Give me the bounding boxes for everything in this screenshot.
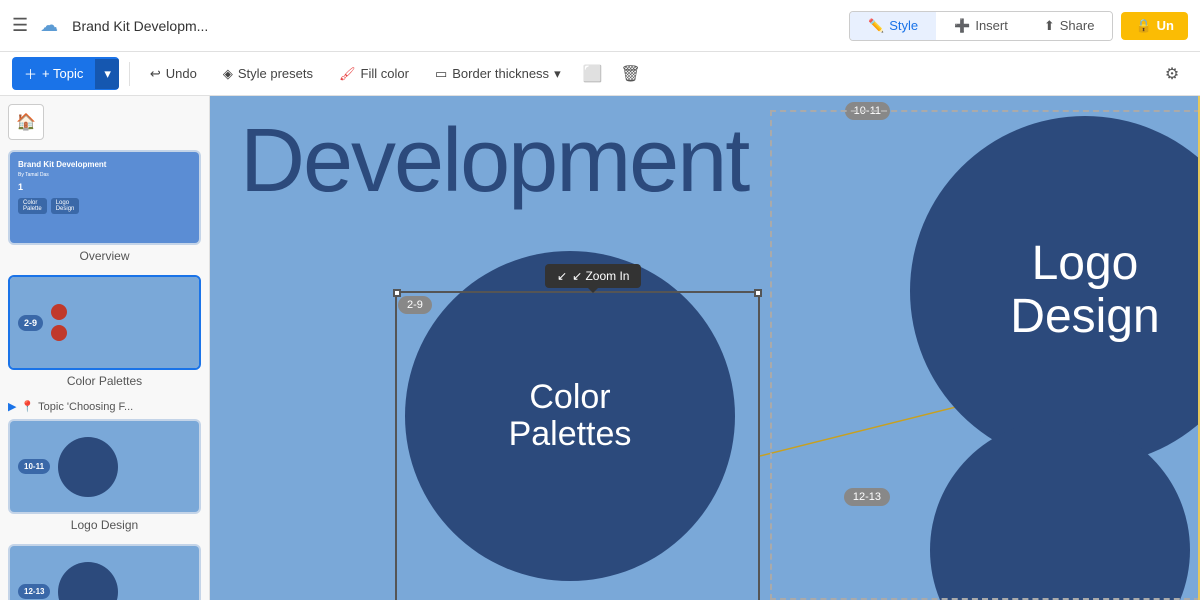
dot-red-2	[51, 325, 67, 341]
app-title: Brand Kit Developm...	[72, 18, 841, 34]
fill-color-icon: 🖌	[339, 66, 356, 82]
slide-thumb-color[interactable]: 2-9	[8, 275, 201, 370]
topic-arrow-icon[interactable]: ▾	[95, 59, 119, 89]
topic-button[interactable]: ＋ + Topic ▾	[12, 57, 119, 90]
zoom-in-icon: ↙	[557, 269, 567, 283]
home-button[interactable]: 🏠	[8, 104, 44, 140]
color-palettes-text: ColorPalettes	[509, 379, 632, 454]
trash-icon: 🗑	[620, 64, 640, 84]
badge-12-13: 12-13	[844, 488, 890, 506]
logo-design-text: LogoDesign	[1010, 238, 1159, 344]
canvas-area[interactable]: Development 2-9 10-11 12-13 ColorPalette…	[210, 96, 1200, 600]
cloud-icon: ☁	[40, 15, 58, 36]
style-presets-button[interactable]: ◈ Style presets	[213, 61, 323, 87]
dot-red-1	[51, 304, 67, 320]
tab-insert[interactable]: ➕ Insert	[936, 12, 1026, 40]
handle-tr[interactable]	[754, 289, 762, 297]
tab-style[interactable]: ✏️ Style	[850, 12, 936, 40]
slide-thumb-logo[interactable]: 10-11	[8, 419, 201, 514]
plus-icon: ＋	[24, 64, 37, 83]
sidebar: 🏠 Brand Kit Development By Tamal Das 1 C…	[0, 96, 210, 600]
handle-tl[interactable]	[393, 289, 401, 297]
insert-icon: ➕	[954, 18, 970, 34]
undo-button[interactable]: ↩ Undo	[140, 61, 207, 87]
undo-icon: ↩	[150, 66, 161, 82]
slide-thumb-overview[interactable]: Brand Kit Development By Tamal Das 1 Col…	[8, 150, 201, 245]
lock-button[interactable]: 🔒 Un	[1121, 12, 1188, 40]
slide-item-color: 2-9 Color Palettes	[8, 275, 201, 388]
play-indicator: ▶ 📍 Topic 'Choosing F...	[8, 400, 201, 413]
badge-10-11: 10-11	[845, 102, 890, 120]
top-navbar: ☰ ☁ Brand Kit Developm... ✏️ Style ➕ Ins…	[0, 0, 1200, 52]
play-icon: ▶	[8, 400, 16, 413]
share-icon: ⬆	[1044, 18, 1055, 34]
color-palettes-circle[interactable]: ColorPalettes	[405, 251, 735, 581]
slide-item-overview: Brand Kit Development By Tamal Das 1 Col…	[8, 150, 201, 263]
divider-1	[129, 62, 130, 86]
slide-label-overview: Overview	[8, 249, 201, 263]
slide-item-logo: 10-11 Logo Design	[8, 419, 201, 532]
style-presets-icon: ◈	[223, 66, 233, 82]
fill-color-button[interactable]: 🖌 Fill color	[329, 61, 419, 87]
aspect-ratio-button[interactable]: ⬜	[577, 58, 609, 90]
options-icon: ⚙	[1165, 64, 1179, 84]
border-thickness-button[interactable]: ▭ Border thickness ▾	[425, 61, 571, 87]
slide-item-1213: 12-13	[8, 544, 201, 600]
border-icon: ▭	[435, 66, 447, 82]
nav-tabs: ✏️ Style ➕ Insert ⬆ Share	[849, 11, 1113, 41]
chevron-down-icon: ▾	[554, 66, 561, 82]
main-layout: 🏠 Brand Kit Development By Tamal Das 1 C…	[0, 96, 1200, 600]
hamburger-icon[interactable]: ☰	[12, 15, 28, 36]
zoom-tooltip[interactable]: ↙ ↙ Zoom In	[545, 264, 641, 288]
slide-label-color: Color Palettes	[8, 374, 201, 388]
style-icon: ✏️	[868, 18, 884, 34]
tab-share[interactable]: ⬆ Share	[1026, 12, 1113, 40]
aspect-icon: ⬜	[583, 64, 603, 84]
more-options-button[interactable]: ⚙	[1156, 58, 1188, 90]
topic-icon: 📍	[20, 400, 34, 413]
delete-button[interactable]: 🗑	[615, 58, 647, 90]
badge-2-9: 2-9	[398, 296, 432, 314]
home-icon: 🏠	[16, 112, 36, 132]
toolbar: ＋ + Topic ▾ ↩ Undo ◈ Style presets 🖌 Fil…	[0, 52, 1200, 96]
slide-thumb-1213[interactable]: 12-13	[8, 544, 201, 600]
slide-label-logo: Logo Design	[8, 518, 201, 532]
